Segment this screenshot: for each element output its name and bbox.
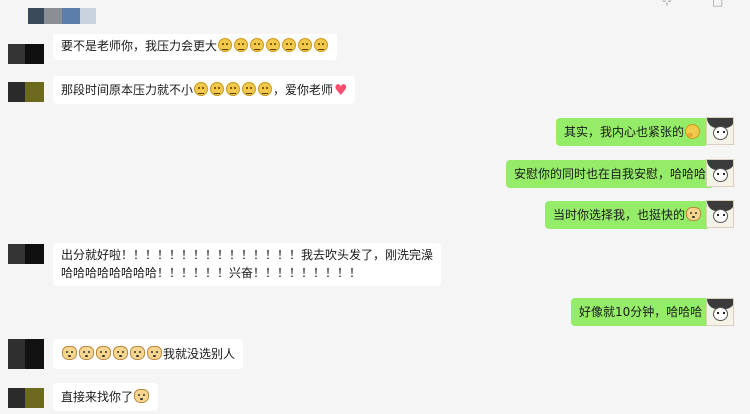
grin-emoji-icon <box>210 82 225 96</box>
doge-emoji-icon <box>686 207 702 221</box>
grin-emoji-icon <box>282 38 297 52</box>
grin-emoji-icon <box>266 38 281 52</box>
message-bubble[interactable]: 要不是老师你，我压力会更大 <box>53 34 338 60</box>
avatar[interactable] <box>8 82 44 102</box>
message-bubble-self[interactable]: 其实，我内心也紧张的 <box>556 118 709 146</box>
grin-emoji-icon <box>258 82 273 96</box>
message-bubble-self[interactable]: 安慰你的同时也在自我安慰，哈哈哈 <box>506 160 715 188</box>
message-text: ，爱你老师 <box>273 83 334 97</box>
contact-name-redacted <box>44 8 62 24</box>
grin-emoji-icon <box>242 82 257 96</box>
avatar[interactable] <box>8 44 44 64</box>
grin-emoji-icon <box>250 38 265 52</box>
contact-name-redacted <box>80 8 96 24</box>
title-bar: ⊹ □ <box>0 0 750 34</box>
message-text: 我就没选别人 <box>163 347 236 361</box>
grin-emoji-icon <box>234 38 249 52</box>
message-text: 其实，我内心也紧张的 <box>564 125 685 139</box>
doge-emoji-icon <box>130 346 145 360</box>
grin-emoji-icon <box>298 38 313 52</box>
doge-emoji-icon <box>134 389 150 403</box>
maximize-icon[interactable]: □ <box>712 0 723 8</box>
grin-emoji-icon <box>194 82 209 96</box>
heart-icon: ♥ <box>334 81 348 99</box>
message-bubble[interactable]: 那段时间原本压力就不小 ，爱你老师♥ <box>53 76 356 104</box>
avatar[interactable] <box>8 388 44 408</box>
pin-icon[interactable]: ⊹ <box>662 0 672 8</box>
contact-name-redacted <box>28 8 44 24</box>
message-text: 要不是老师你，我压力会更大 <box>61 39 218 53</box>
doge-emoji-icon <box>113 346 128 360</box>
message-text: 那段时间原本压力就不小 <box>61 83 194 97</box>
grin-emoji-icon <box>314 38 329 52</box>
grin-emoji-icon <box>226 82 241 96</box>
message-bubble-self[interactable]: 当时你选择我，也挺快的 <box>545 201 711 229</box>
doge-emoji-icon <box>62 346 77 360</box>
avatar[interactable] <box>8 244 44 264</box>
message-bubble-self[interactable]: 好像就10分钟，哈哈哈 <box>571 298 711 326</box>
thinking-emoji-icon <box>685 124 701 139</box>
doge-emoji-icon <box>96 346 111 360</box>
message-text: 安慰你的同时也在自我安慰，哈哈哈 <box>514 167 707 181</box>
message-bubble[interactable]: 我就没选别人 <box>53 339 244 369</box>
message-text: 好像就10分钟，哈哈哈 <box>579 305 703 319</box>
grin-emoji-icon <box>218 38 233 52</box>
contact-name-redacted <box>62 8 80 24</box>
message-bubble[interactable]: 直接来找你了 <box>53 383 159 411</box>
avatar-self[interactable] <box>706 117 734 145</box>
avatar-self[interactable] <box>706 298 734 326</box>
avatar-self[interactable] <box>706 159 734 187</box>
message-bubble[interactable]: 出分就好啦！！！！！！！！！！！！！！！我去吹头发了，刚洗完澡哈哈哈哈哈哈哈哈！… <box>53 243 441 286</box>
doge-emoji-icon <box>79 346 94 360</box>
message-text: 直接来找你了 <box>61 390 134 404</box>
message-text: 出分就好啦！！！！！！！！！！！！！！！我去吹头发了，刚洗完澡哈哈哈哈哈哈哈哈！… <box>61 248 434 280</box>
avatar-self[interactable] <box>706 200 734 228</box>
doge-emoji-icon <box>147 346 162 360</box>
avatar[interactable] <box>8 339 44 369</box>
message-text: 当时你选择我，也挺快的 <box>553 208 686 222</box>
